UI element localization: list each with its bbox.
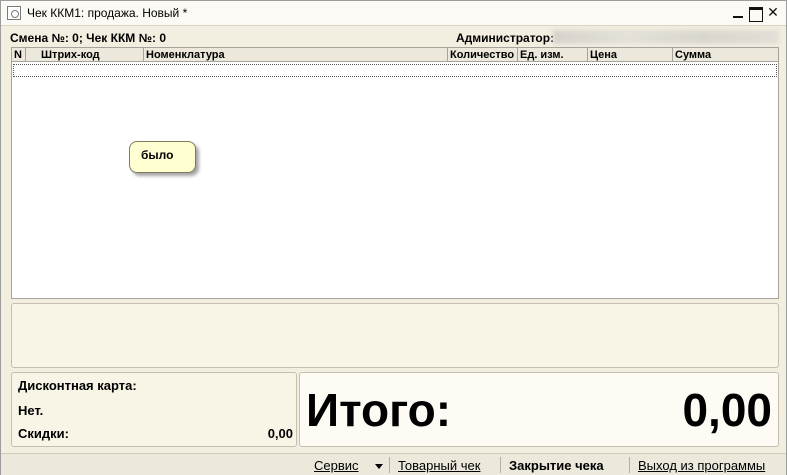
info-panel [11,303,779,368]
command-bar: Сервис Товарный чек Закрытие чека Выход … [1,453,786,475]
discount-panel: Дисконтная карта: Нет. Скидки: 0,00 [11,372,297,447]
admin-name-redacted [553,30,779,44]
column-sum[interactable]: Сумма [673,48,778,62]
total-label: Итого: [306,384,452,436]
receipt-window: Чек ККМ1: продажа. Новый * ✕ Смена №: 0;… [0,0,787,475]
total-panel: Итого: 0,00 [299,372,779,447]
shift-info: Смена №: 0; Чек ККМ №: 0 [10,31,166,45]
table-header: N Штрих-код Номенклатура Количество Ед. … [12,48,778,62]
app-icon [7,6,21,20]
discounts-amount: 0,00 [267,426,293,441]
discount-card-label: Дисконтная карта: [18,378,137,393]
table-row[interactable] [13,64,777,77]
total-amount: 0,00 [682,384,772,436]
service-menu-button[interactable]: Сервис [314,458,359,473]
column-n[interactable]: N [12,48,26,62]
close-check-button[interactable]: Закрытие чека [509,458,604,473]
tooltip: было [129,141,196,173]
chevron-down-icon[interactable] [375,464,383,469]
exit-button[interactable]: Выход из программы [638,458,765,473]
admin-label: Администратор: [456,31,555,45]
column-price[interactable]: Цена [588,48,673,62]
items-table[interactable]: N Штрих-код Номенклатура Количество Ед. … [11,47,779,299]
column-barcode[interactable]: Штрих-код [39,48,144,62]
column-unit[interactable]: Ед. изм. [518,48,588,62]
discounts-label: Скидки: [18,426,69,441]
maximize-icon[interactable] [747,5,763,22]
separator [389,457,390,473]
separator [629,457,630,473]
minimize-icon[interactable] [730,5,746,21]
title-bar: Чек ККМ1: продажа. Новый * ✕ [1,1,786,26]
product-receipt-button[interactable]: Товарный чек [398,458,480,473]
window-title: Чек ККМ1: продажа. Новый * [27,6,188,20]
discount-card-value: Нет. [18,403,44,418]
column-quantity[interactable]: Количество [448,48,518,62]
column-nomenclature[interactable]: Номенклатура [144,48,448,62]
close-icon[interactable]: ✕ [765,5,781,21]
separator [500,457,501,473]
